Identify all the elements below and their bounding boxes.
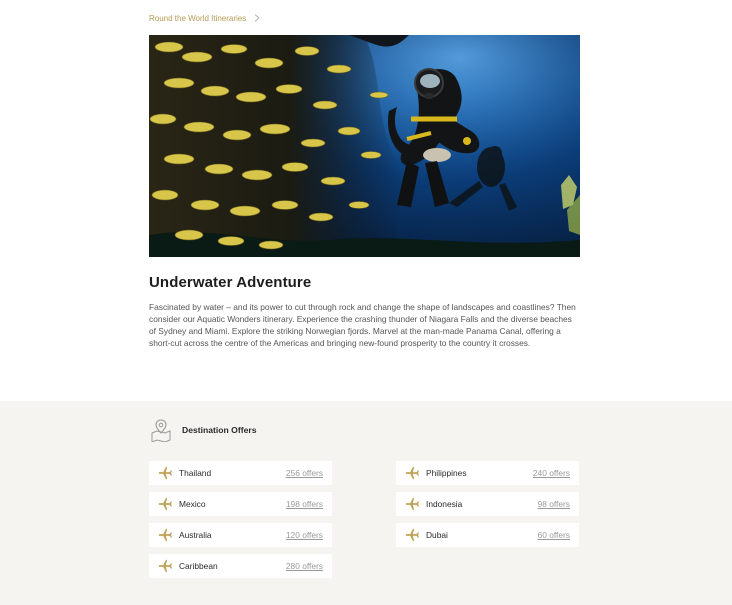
offers-link[interactable]: 198 offers <box>286 499 323 509</box>
destination-offers-header: Destination Offers <box>149 418 257 442</box>
destination-card-australia[interactable]: Australia 120 offers <box>149 523 332 547</box>
map-pin-icon <box>151 419 171 442</box>
offers-link[interactable]: 60 offers <box>538 530 570 540</box>
destination-name: Dubai <box>426 530 448 540</box>
article-title: Underwater Adventure <box>149 274 312 291</box>
offers-link[interactable]: 98 offers <box>538 499 570 509</box>
airplane-icon <box>405 528 419 542</box>
destination-offers-title: Destination Offers <box>182 425 257 435</box>
airplane-icon <box>405 466 419 480</box>
breadcrumb-link[interactable]: Round the World Itineraries <box>149 14 246 23</box>
destination-card-indonesia[interactable]: Indonesia 98 offers <box>396 492 579 516</box>
hero-image <box>149 35 580 257</box>
airplane-icon <box>158 528 172 542</box>
offers-link[interactable]: 256 offers <box>286 468 323 478</box>
airplane-icon <box>158 559 172 573</box>
airplane-icon <box>405 497 419 511</box>
article-description: Fascinated by water – and its power to c… <box>149 302 576 348</box>
destination-card-thailand[interactable]: Thailand 256 offers <box>149 461 332 485</box>
underwater-diver-illustration <box>149 35 580 257</box>
destination-card-mexico[interactable]: Mexico 198 offers <box>149 492 332 516</box>
offers-link[interactable]: 280 offers <box>286 561 323 571</box>
destination-name: Philippines <box>426 468 467 478</box>
offers-link[interactable]: 120 offers <box>286 530 323 540</box>
destination-name: Australia <box>179 530 212 540</box>
breadcrumb[interactable]: Round the World Itineraries <box>149 13 262 23</box>
offers-link[interactable]: 240 offers <box>533 468 570 478</box>
destination-card-philippines[interactable]: Philippines 240 offers <box>396 461 579 485</box>
airplane-icon <box>158 497 172 511</box>
destination-offers-panel <box>0 401 732 605</box>
destination-name: Indonesia <box>426 499 463 509</box>
chevron-right-icon <box>254 14 260 22</box>
destination-name: Mexico <box>179 499 206 509</box>
destination-name: Thailand <box>179 468 212 478</box>
article-section: Round the World Itineraries Underwater A… <box>0 0 732 401</box>
destination-card-dubai[interactable]: Dubai 60 offers <box>396 523 579 547</box>
destination-name: Caribbean <box>179 561 218 571</box>
destination-card-caribbean[interactable]: Caribbean 280 offers <box>149 554 332 578</box>
airplane-icon <box>158 466 172 480</box>
